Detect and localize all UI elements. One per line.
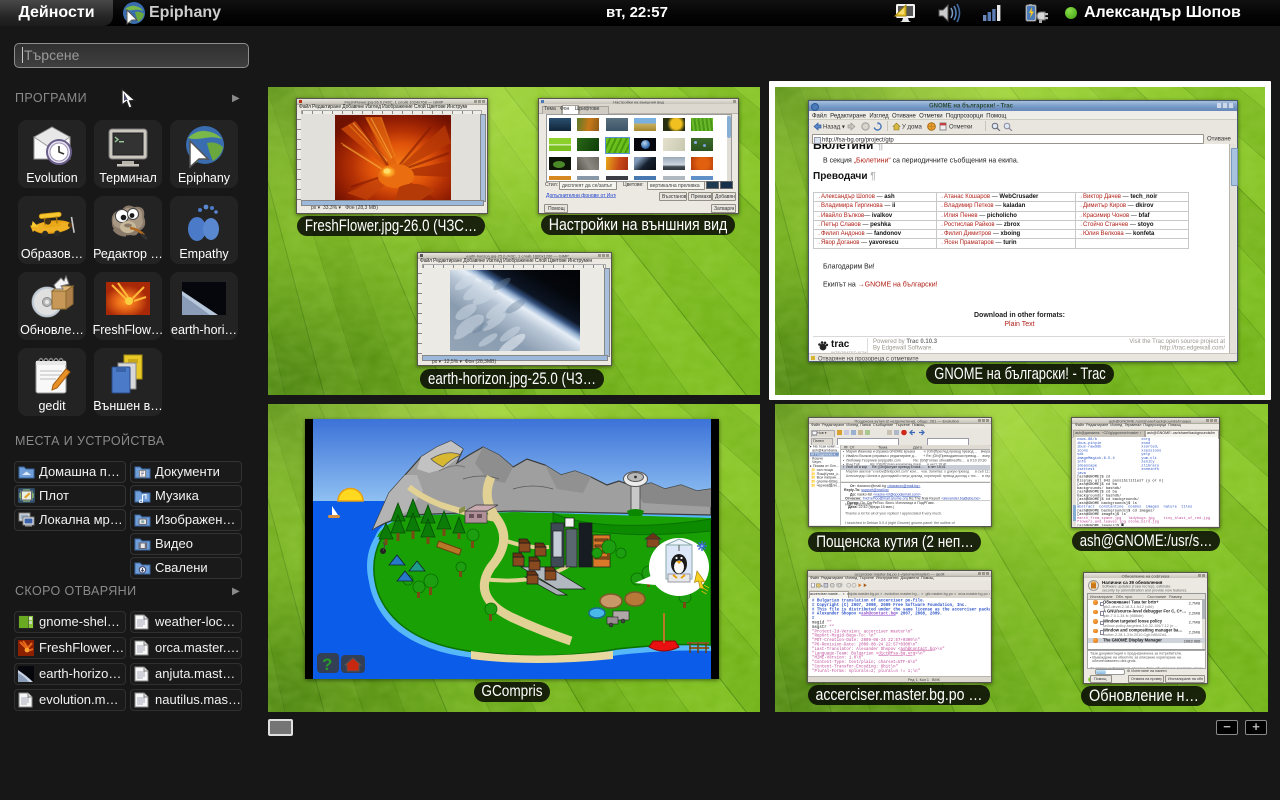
svg-text:?: ?: [322, 655, 332, 674]
